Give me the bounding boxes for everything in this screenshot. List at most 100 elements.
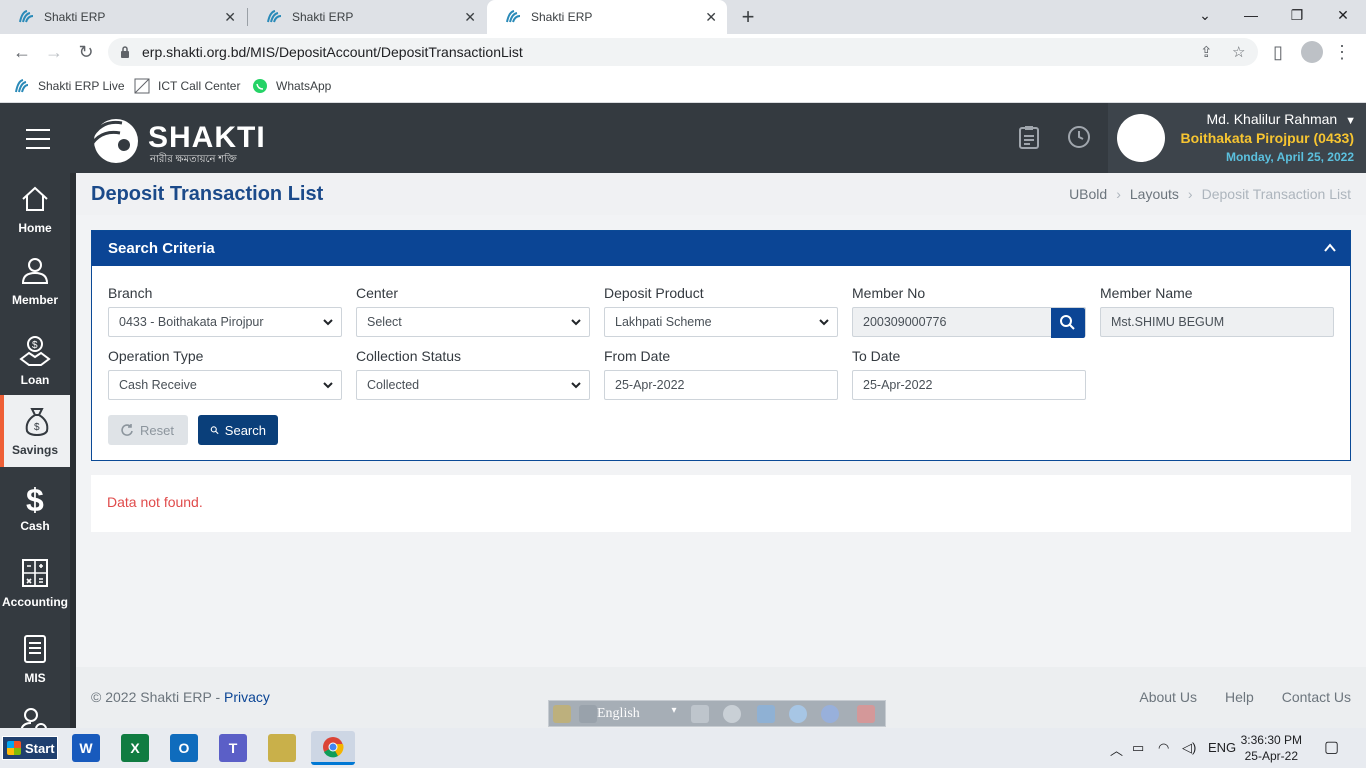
tray-overflow-icon[interactable]: ︿ (1110, 740, 1123, 759)
chevron-down-icon (571, 382, 581, 389)
bijoy-app-icon[interactable] (268, 734, 296, 762)
bookmark-ict-call-center[interactable]: ICT Call Center (134, 78, 240, 94)
sidebar-item-settings[interactable] (0, 695, 70, 728)
search-icon (210, 426, 219, 435)
sidebar-item-cash[interactable]: $ Cash (0, 471, 70, 543)
back-arrow-icon[interactable]: ← (10, 40, 34, 64)
menu-dots-icon[interactable]: ⋮ (1330, 40, 1354, 64)
browser-tab-1[interactable]: Shakti ERP ✕ (0, 0, 246, 34)
start-button[interactable]: Start (2, 736, 58, 760)
sidebar-item-savings[interactable]: $ Savings (0, 395, 70, 467)
from-date-input[interactable]: 25-Apr-2022 (604, 370, 838, 400)
chevron-right-icon: › (1187, 186, 1193, 202)
branch-field: Branch 0433 - Boithakata Pirojpur (108, 285, 342, 337)
start-label: Start (25, 740, 55, 756)
money-bag-icon: $ (25, 408, 49, 437)
from-date-label: From Date (604, 348, 671, 364)
clipboard-icon[interactable] (1016, 125, 1042, 151)
input-language[interactable]: ENG (1208, 740, 1236, 755)
clock-date: 25-Apr-22 (1244, 749, 1298, 763)
close-icon[interactable]: ✕ (224, 9, 236, 26)
refresh-icon[interactable] (789, 705, 807, 723)
profile-avatar-icon[interactable] (1301, 41, 1323, 63)
excel-app-icon[interactable]: X (121, 734, 149, 762)
breadcrumb: UBold › Layouts › Deposit Transaction Li… (1069, 186, 1351, 202)
collection-status-select[interactable]: Collected (356, 370, 590, 400)
browser-tab-2[interactable]: Shakti ERP ✕ (248, 0, 486, 34)
battery-icon[interactable]: ▭ (1132, 740, 1144, 756)
operation-type-value: Cash Receive (119, 378, 197, 392)
user-profile-box[interactable]: Md. Khalilur Rahman ▼ Boithakata Pirojpu… (1108, 103, 1366, 173)
share-icon[interactable]: ⇪ (1200, 43, 1213, 61)
new-tab-icon[interactable]: + (738, 4, 758, 30)
minimize-icon[interactable]: — (1228, 0, 1274, 30)
branch-select[interactable]: 0433 - Boithakata Pirojpur (108, 307, 342, 337)
operation-type-select[interactable]: Cash Receive (108, 370, 342, 400)
url-omnibox[interactable]: erp.shakti.org.bd/MIS/DepositAccount/Dep… (108, 38, 1258, 66)
settings-icon[interactable] (757, 705, 775, 723)
search-button[interactable]: Search (198, 415, 278, 445)
contact-us-link[interactable]: Contact Us (1282, 689, 1351, 705)
member-search-button[interactable] (1051, 308, 1085, 338)
bookmark-shakti-erp-live[interactable]: Shakti ERP Live (14, 78, 125, 94)
shakti-logo[interactable]: SHAKTI নারীর ক্ষমতায়নে শক্তি (86, 111, 265, 165)
privacy-link[interactable]: Privacy (224, 689, 270, 705)
breadcrumb-item-layouts[interactable]: Layouts (1130, 186, 1179, 202)
word-app-icon[interactable]: W (72, 734, 100, 762)
sidebar-item-mis[interactable]: MIS (0, 623, 70, 695)
reload-icon[interactable]: ↻ (74, 40, 98, 64)
sidebar-item-home[interactable]: Home (0, 173, 70, 245)
member-no-value: 200309000776 (863, 315, 947, 329)
chevron-right-icon: › (1116, 186, 1121, 202)
language-a-icon[interactable] (579, 705, 597, 723)
about-us-link[interactable]: About Us (1139, 689, 1197, 705)
mouse-icon[interactable] (723, 705, 741, 723)
keyboard-layout-icon[interactable] (553, 705, 571, 723)
side-panel-icon[interactable]: ▯ (1266, 40, 1290, 64)
outlook-app-icon[interactable]: O (170, 734, 198, 762)
close-icon[interactable] (857, 705, 875, 723)
close-icon[interactable]: ✕ (705, 9, 717, 26)
chevron-up-icon[interactable] (1324, 242, 1336, 254)
whatsapp-icon (252, 78, 268, 94)
member-no-input[interactable]: 200309000776 (852, 307, 1086, 338)
sidebar-item-accounting[interactable]: Accounting (0, 547, 70, 619)
chrome-logo-icon (323, 736, 344, 757)
taskbar-clock[interactable]: 3:36:30 PM 25-Apr-22 (1241, 732, 1302, 764)
tab-search-chevron-icon[interactable]: ⌄ (1182, 0, 1228, 30)
member-name-input[interactable]: Mst.SHIMU BEGUM (1100, 307, 1334, 337)
help-icon[interactable] (821, 705, 839, 723)
reset-button[interactable]: Reset (108, 415, 188, 445)
volume-icon[interactable]: ◁) (1182, 740, 1196, 756)
chrome-app-icon[interactable] (311, 731, 355, 765)
sidebar-item-loan[interactable]: $ Loan (0, 325, 70, 397)
center-select[interactable]: Select (356, 307, 590, 337)
shakti-favicon-icon (266, 10, 284, 24)
forward-arrow-icon[interactable]: → (42, 40, 66, 64)
center-value: Select (367, 315, 402, 329)
close-icon[interactable]: ✕ (464, 9, 476, 26)
restore-icon[interactable]: ❐ (1274, 0, 1320, 30)
browser-tab-3-active[interactable]: Shakti ERP ✕ (487, 0, 727, 34)
breadcrumb-item-ubold[interactable]: UBold (1069, 186, 1107, 202)
card-title: Search Criteria (108, 240, 215, 257)
dollar-icon: $ (26, 482, 44, 513)
help-link[interactable]: Help (1225, 689, 1254, 705)
bookmark-whatsapp[interactable]: WhatsApp (252, 78, 331, 94)
search-criteria-header[interactable]: Search Criteria (92, 231, 1350, 266)
teams-app-icon[interactable]: T (219, 734, 247, 762)
sidebar-item-member[interactable]: Member (0, 245, 70, 317)
wifi-icon[interactable]: ◠ (1158, 740, 1169, 756)
to-date-input[interactable]: 25-Apr-2022 (852, 370, 1086, 400)
notification-icon[interactable]: ▢ (1324, 737, 1339, 757)
deposit-product-select[interactable]: Lakhpati Scheme (604, 307, 838, 337)
hamburger-menu-icon[interactable] (26, 129, 50, 149)
user-name: Md. Khalilur Rahman ▼ (1206, 111, 1356, 127)
bookmark-star-icon[interactable]: ☆ (1232, 43, 1245, 61)
language-toolbar[interactable]: English ▾ (548, 700, 886, 727)
chevron-down-icon (571, 319, 581, 326)
spacebar-icon[interactable] (691, 705, 709, 723)
dropdown-arrow-icon[interactable]: ▾ (665, 705, 683, 723)
window-close-icon[interactable]: ✕ (1320, 0, 1366, 30)
history-clock-icon[interactable] (1066, 125, 1092, 151)
